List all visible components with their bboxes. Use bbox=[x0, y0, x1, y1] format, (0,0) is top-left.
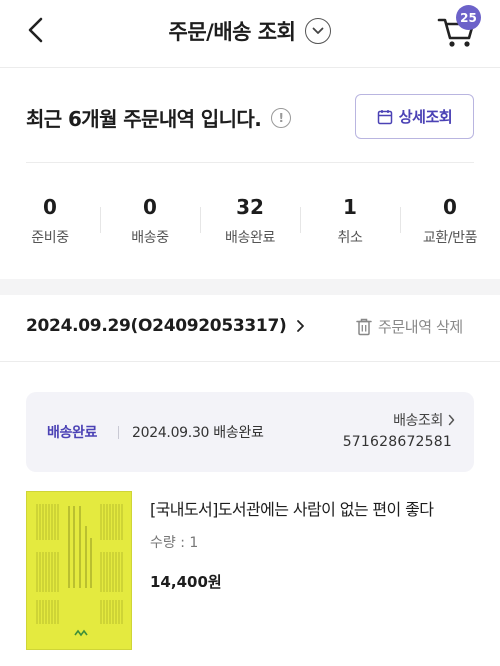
stat-count: 1 bbox=[343, 195, 357, 219]
order-status-stats: 0 준비중 0 배송중 32 배송완료 1 취소 0 교환/반품 bbox=[0, 195, 500, 247]
delete-order-label: 주문내역 삭제 bbox=[378, 318, 463, 336]
delivery-status-card: 배송완료 2024.09.30 배송완료 배송조회 571628672581 bbox=[26, 392, 474, 472]
tracking-label: 배송조회 bbox=[393, 413, 443, 429]
page-title: 주문/배송 조회 bbox=[168, 20, 296, 44]
order-header: 2024.09.29(O24092053317) 주문내역 삭제 bbox=[0, 296, 500, 362]
order-id: 2024.09.29(O24092053317) bbox=[26, 316, 287, 336]
chevron-down-icon bbox=[313, 27, 324, 34]
stat-label: 교환/반품 bbox=[422, 230, 478, 246]
cart-count-badge: 25 bbox=[456, 5, 481, 30]
calendar-icon bbox=[377, 109, 392, 124]
trash-icon bbox=[356, 318, 372, 335]
divider bbox=[118, 426, 119, 439]
stat-shipping[interactable]: 0 배송중 bbox=[100, 195, 200, 247]
stat-label: 배송완료 bbox=[225, 230, 275, 246]
order-detail-link[interactable]: 2024.09.29(O24092053317) bbox=[26, 316, 305, 336]
top-bar: 주문/배송 조회 25 bbox=[0, 0, 500, 68]
stat-label: 취소 bbox=[337, 230, 363, 246]
book-cover-image bbox=[27, 492, 131, 649]
delivery-status-badge: 배송완료 bbox=[47, 425, 97, 441]
stat-cancelled[interactable]: 1 취소 bbox=[300, 195, 400, 247]
divider bbox=[26, 162, 474, 163]
product-price: 14,400원 bbox=[150, 573, 222, 591]
summary-title: 최근 6개월 주문내역 입니다. bbox=[26, 107, 262, 131]
detail-search-button[interactable]: 상세조회 bbox=[355, 94, 474, 139]
product-thumbnail[interactable] bbox=[26, 491, 132, 650]
delete-order-button[interactable]: 주문내역 삭제 bbox=[356, 316, 463, 337]
title-dropdown-button[interactable] bbox=[305, 18, 332, 44]
title-area: 주문/배송 조회 bbox=[0, 14, 500, 48]
stat-preparing[interactable]: 0 준비중 bbox=[0, 195, 100, 247]
stat-label: 배송중 bbox=[131, 230, 169, 246]
stat-count: 32 bbox=[236, 195, 264, 219]
chevron-right-icon bbox=[297, 320, 305, 332]
product-quantity: 수량 : 1 bbox=[150, 535, 199, 551]
stat-count: 0 bbox=[43, 195, 57, 219]
stat-exchange-return[interactable]: 0 교환/반품 bbox=[400, 195, 500, 247]
info-icon[interactable]: ! bbox=[271, 107, 292, 128]
stat-count: 0 bbox=[143, 195, 157, 219]
stat-label: 준비중 bbox=[31, 230, 69, 246]
chevron-right-icon bbox=[448, 414, 455, 426]
tracking-number: 571628672581 bbox=[342, 434, 452, 450]
section-separator bbox=[0, 279, 500, 295]
tracking-button[interactable]: 배송조회 bbox=[393, 410, 455, 430]
detail-search-label: 상세조회 bbox=[398, 108, 453, 126]
delivery-date: 2024.09.30 배송완료 bbox=[132, 425, 264, 441]
stat-count: 0 bbox=[443, 195, 457, 219]
summary-heading: 최근 6개월 주문내역 입니다. ! bbox=[26, 103, 292, 132]
stat-delivered[interactable]: 32 배송완료 bbox=[200, 195, 300, 247]
product-title[interactable]: [국내도서]도서관에는 사람이 없는 편이 좋다 bbox=[150, 496, 480, 520]
